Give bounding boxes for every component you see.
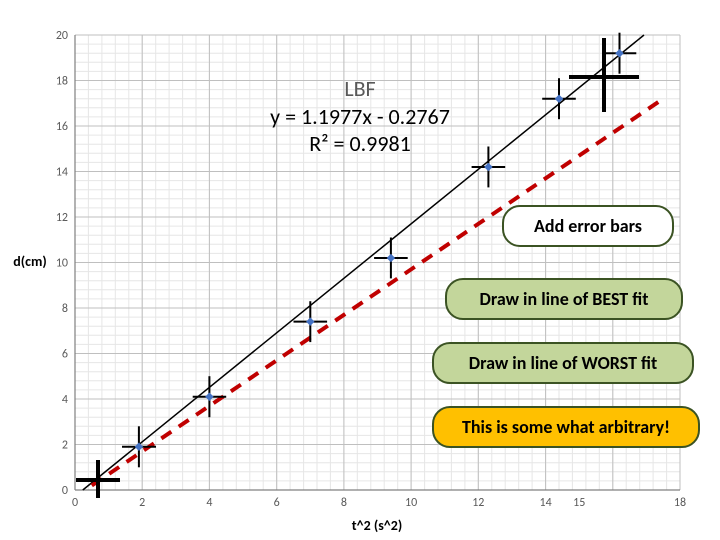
callout-worst-fit[interactable]: Draw in line of WORST fit — [432, 342, 694, 384]
y-tick: 12 — [56, 211, 68, 225]
callout-best-fit[interactable]: Draw in line of BEST fit — [445, 278, 683, 320]
y-tick: 0 — [62, 484, 68, 498]
y-tick: 14 — [56, 166, 68, 180]
x-tick: 14 — [540, 496, 552, 510]
trend-r2: R² = 0.9981 — [210, 130, 510, 158]
x-tick: 10 — [405, 496, 417, 510]
x-tick: 2 — [139, 496, 145, 510]
y-tick: 16 — [56, 120, 68, 134]
callout-add-error-bars[interactable]: Add error bars — [502, 205, 674, 247]
x-tick: 4 — [206, 496, 212, 510]
x-tick: 6 — [274, 496, 280, 510]
trendline-equation: LBF y = 1.1977x - 0.2767 R² = 0.9981 — [210, 75, 510, 158]
x-tick: 15 — [573, 496, 585, 510]
cross-icon — [569, 38, 639, 112]
y-tick: 10 — [56, 257, 68, 271]
x-tick: 12 — [472, 496, 484, 510]
trend-equation: y = 1.1977x - 0.2767 — [210, 103, 510, 131]
x-tick: 8 — [341, 496, 347, 510]
x-tick: 0 — [72, 496, 78, 510]
y-axis-label: d(cm) — [13, 253, 46, 270]
y-tick: 8 — [62, 302, 68, 316]
trend-label: LBF — [210, 75, 510, 103]
y-tick: 20 — [56, 29, 68, 43]
x-tick: 18 — [674, 496, 686, 510]
x-axis-label: t^2 (s^2) — [352, 517, 402, 534]
y-tick: 6 — [62, 348, 68, 362]
y-tick: 4 — [62, 393, 68, 407]
y-tick: 2 — [62, 439, 68, 453]
callout-arbitrary[interactable]: This is some what arbitrary! — [432, 406, 700, 448]
y-tick: 18 — [56, 75, 68, 89]
